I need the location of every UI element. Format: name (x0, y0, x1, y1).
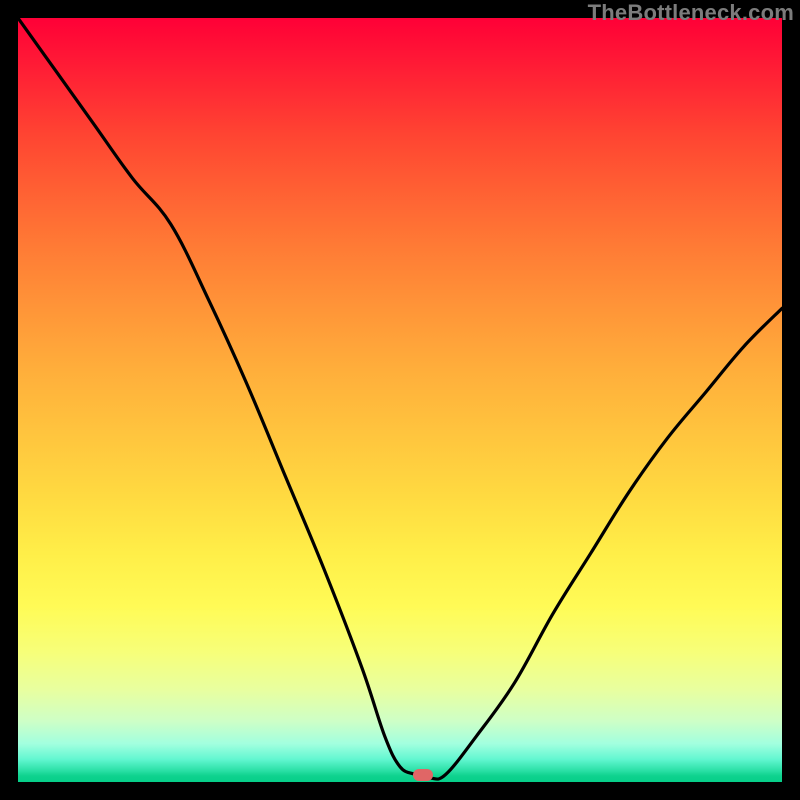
attribution-text: TheBottleneck.com (588, 0, 794, 26)
bottleneck-curve (18, 18, 782, 782)
plot-area (18, 18, 782, 782)
chart-frame: TheBottleneck.com (0, 0, 800, 800)
optimal-point-marker (413, 769, 433, 781)
curve-path (18, 18, 782, 779)
